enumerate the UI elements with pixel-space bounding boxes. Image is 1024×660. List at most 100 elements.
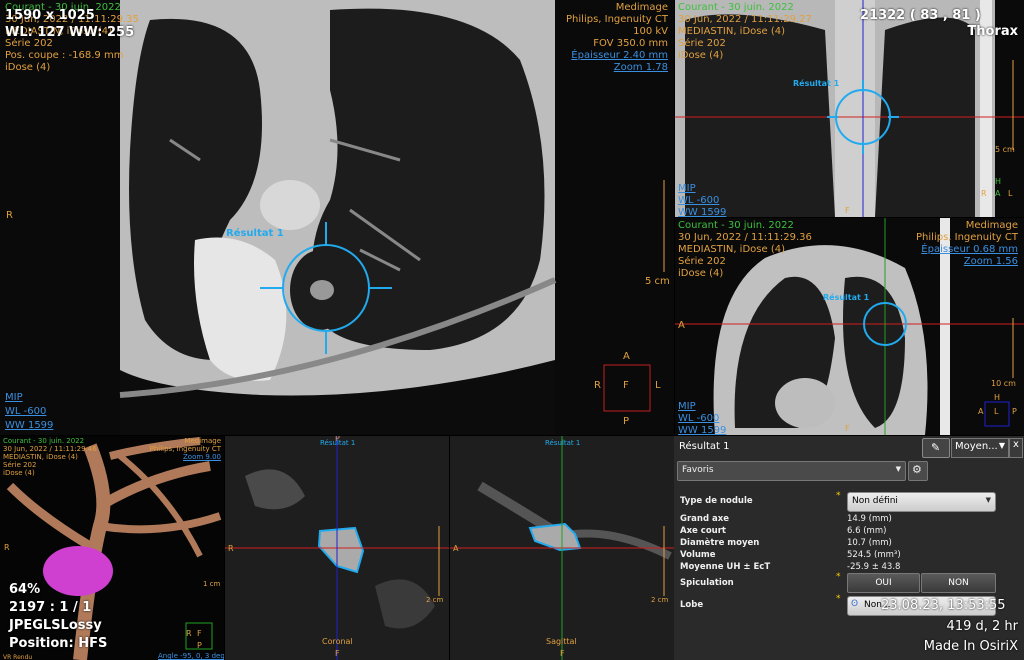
oui-button[interactable]: OUI [847,573,920,593]
render-mode-label: VR Rendu [3,654,33,660]
wl-link[interactable]: WL -600 [5,406,46,418]
coronal-viewport[interactable]: Courant - 30 juin. 2022 30 Jun, 2022 / 1… [675,0,1024,217]
scale-label: 2 cm [426,596,444,604]
camera-icon: ✎ [931,441,941,454]
zoom-link[interactable]: Zoom 1.56 [916,256,1018,268]
gear-icon: ⚙ [912,463,922,476]
lungs-icon: ʘ [851,599,859,609]
render-info-line: Série 202 [3,461,37,469]
volume-render-viewport[interactable]: Courant - 30 juin. 2022 30 Jun, 2022 / 1… [0,436,224,660]
slice-thickness-link[interactable]: Épaisseur 2.40 mm [566,50,668,62]
row-value: 10.7 (mm) [847,538,892,548]
slice-thickness-link[interactable]: Épaisseur 0.68 mm [916,244,1018,256]
required-star: * [836,572,841,582]
required-star: * [836,594,841,604]
render-meta-line: Philips, Ingenuity CT [149,445,221,453]
mip-link[interactable]: MIP [678,401,696,413]
settings-button[interactable]: ⚙ [908,461,928,481]
chevron-down-icon: ▼ [895,465,901,473]
axial-info-line: iDose (4) [5,62,51,73]
close-button[interactable]: x [1009,438,1023,458]
sagittal-info-line: Courant - 30 juin. 2022 [678,220,794,231]
left-orientation-marker: A [453,544,459,553]
result-label[interactable]: Résultat 1 [545,437,580,449]
row-label: Lobe [680,600,704,610]
coronal-info-line: 30 Jun, 2022 / 11:11:29.27 [678,14,812,25]
zoom-link[interactable]: Zoom 1.78 [566,62,668,74]
pixel-value-readout: 21322 ( 83 , 81 ) [860,8,981,23]
left-orientation-marker: A [678,320,685,331]
orient-center: F [197,629,202,638]
favorites-select[interactable]: Favoris ▼ [677,461,906,481]
favorites-label: Favoris [682,465,714,475]
result-label[interactable]: Résultat 1 [823,292,869,304]
orient-left: A [978,407,984,416]
credit-text: Made In OsiriX [923,639,1018,654]
ww-link[interactable]: WW 1599 [5,420,53,432]
screenshot-button[interactable]: ✎ [922,438,950,458]
result-label[interactable]: Résultat 1 [793,78,839,90]
row-label: Spiculation [680,578,734,588]
scale-label: 10 cm [991,379,1016,388]
zoom-link[interactable]: Zoom 9.00 [150,453,221,461]
render-info-line: iDose (4) [3,469,35,477]
axial-viewport[interactable]: Courant - 30 juin. 2022 30 Jun, 2022 / 1… [0,0,674,435]
coronal-info-line: MEDIASTIN, iDose (4) [678,26,785,37]
close-icon: x [1013,439,1019,450]
orient-bottom: P [623,416,630,427]
frame-counter: 2197 : 1 / 1 [9,600,92,615]
orient-left: R [981,189,987,198]
mip-link[interactable]: MIP [678,183,696,195]
left-orientation-marker: R [228,544,234,553]
scale-label: 5 cm [995,145,1015,154]
mip-link[interactable]: MIP [5,392,23,404]
patient-position: Position: HFS [9,636,108,651]
study-description: Thorax [967,24,1018,39]
nodule-type-select[interactable]: Non défini ▼ [847,492,996,512]
row-label: Diamètre moyen [680,538,760,548]
axial-meta-line: FOV 350.0 mm [593,38,668,49]
row-value: 14.9 (mm) [847,514,892,524]
result-label[interactable]: Résultat 1 [226,228,284,240]
nodule-sagittal-image [450,436,674,660]
sagittal-viewport[interactable]: Courant - 30 juin. 2022 30 Jun, 2022 / 1… [675,218,1024,435]
render-info-line: 30 Jun, 2022 / 11:11:29.46 [3,445,97,453]
scale-label: 2 cm [651,596,669,604]
coronal-info-line: iDose (4) [678,50,724,61]
wl-link[interactable]: WL -600 [678,413,719,425]
row-label: Moyenne UH ± EcT [680,562,771,572]
non-button[interactable]: NON [921,573,996,593]
measurement-dropdown[interactable]: Moyen... ▼ [951,438,1009,458]
orient-top: P [335,436,340,443]
orient-right: P [1012,407,1017,416]
angle-link[interactable]: Angle -95, 0, 3 deg [158,650,224,660]
orient-center: A [995,189,1001,198]
result-panel: Résultat 1 ✎ Moyen... ▼ x Favoris ▼ ⚙ Ty… [674,436,1024,660]
axial-info-line: Pos. coupe : -168.9 mm [5,50,124,61]
left-orientation-marker: R [6,210,13,221]
ww-link[interactable]: WW 1599 [678,207,726,217]
current-datetime: 23.08.23, 13:53:55 [881,598,1006,613]
sagittal-meta-line: Philips, Ingenuity CT [916,232,1018,243]
row-label: Grand axe [680,514,729,524]
chevron-down-icon: ▼ [985,496,991,504]
wl-link[interactable]: WL -600 [678,195,719,207]
sagittal-info-line: 30 Jun, 2022 / 11:11:29.36 [678,232,812,243]
orient-center: F [623,380,629,391]
orient-left: R [594,380,601,391]
orient-top: R [186,629,192,638]
orient-bottom: F [845,424,850,433]
nodule-sagittal-viewport[interactable]: Résultat 1 A 2 cm Sagittal F [450,436,674,660]
axial-meta-line: 100 kV [633,26,668,37]
row-label: Volume [680,550,716,560]
nodule-coronal-viewport[interactable]: Résultat 1 P R 2 cm Coronal F [225,436,449,660]
image-resolution: 1590 x 1025 [5,8,95,23]
ww-link[interactable]: WW 1599 [678,425,726,435]
orient-bottom: F [335,649,340,658]
scale-label: 5 cm [645,276,670,287]
coronal-info-line: Série 202 [678,38,726,49]
panel-title: Résultat 1 [679,441,730,452]
axial-meta-line: Medimage [615,2,668,13]
nodule-type-value: Non défini [852,496,898,506]
orient-top: A [623,351,630,362]
